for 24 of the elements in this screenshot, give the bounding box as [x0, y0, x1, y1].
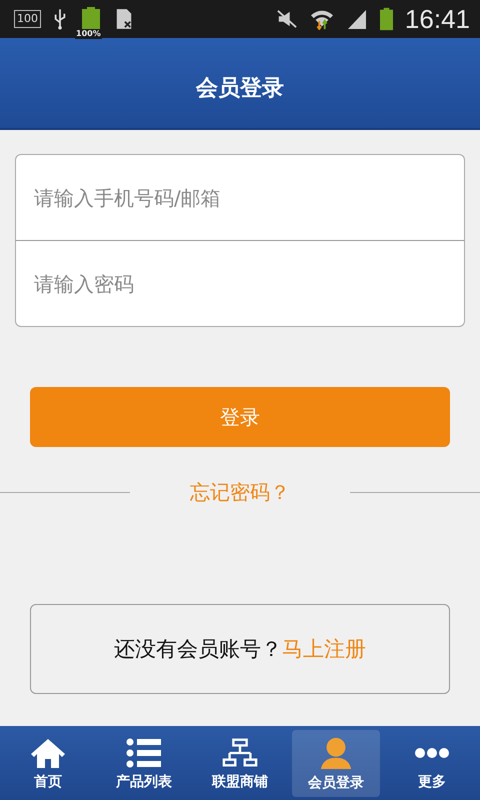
battery-icon	[380, 7, 393, 31]
nav-tab[interactable]: 联盟商铺	[196, 730, 284, 797]
mute-icon	[276, 9, 298, 29]
usb-icon	[53, 8, 67, 30]
hierarchy-icon	[222, 736, 258, 768]
home-icon	[30, 736, 66, 768]
signal-icon	[346, 8, 368, 30]
account-input[interactable]: 请输入手机号码/邮箱	[16, 155, 464, 240]
register-prompt: 还没有会员账号？	[114, 636, 282, 663]
wifi-icon	[310, 8, 334, 30]
battery-percent: 100%	[75, 29, 102, 39]
list-icon	[126, 736, 162, 768]
clock: 16:41	[404, 4, 470, 34]
page-title: 会员登录	[196, 75, 284, 103]
nav-tab[interactable]: 产品列表	[100, 730, 188, 797]
nav-tab[interactable]: 首页	[4, 730, 92, 797]
sim-card-icon	[115, 8, 133, 30]
user-icon	[319, 736, 353, 770]
battery-icon	[81, 7, 101, 29]
storage-badge: 100	[14, 10, 41, 28]
password-input[interactable]: 请输入密码	[16, 241, 464, 326]
nav-tab[interactable]: 会员登录	[292, 730, 380, 797]
nav-tab[interactable]: 更多	[388, 730, 476, 797]
more-icon	[415, 748, 449, 758]
